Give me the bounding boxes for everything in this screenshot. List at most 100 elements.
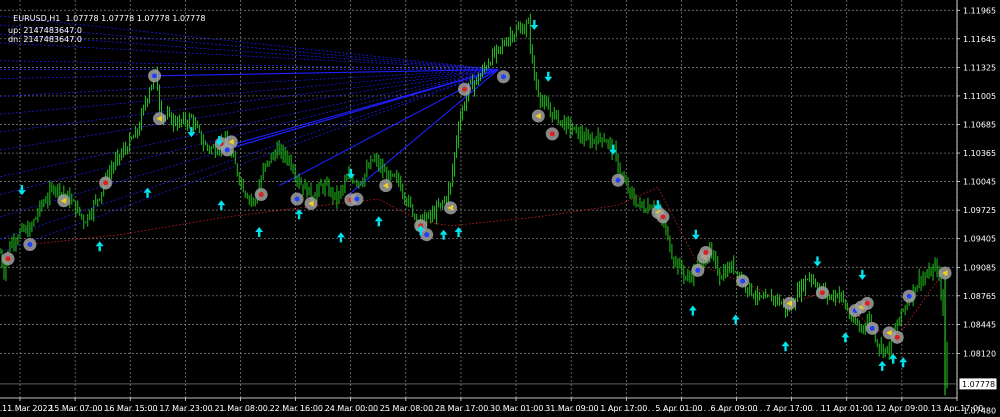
signal-marker [860,296,874,310]
y-tick-label: 1.11325 [963,63,996,72]
x-tick-label: 24 Mar 00:00 [325,404,378,413]
y-tick-label: 1.08445 [963,320,996,329]
marker-core-red [864,300,870,306]
marker-core-blue [152,73,158,79]
marker-core-blue [224,147,230,153]
marker-core-red [549,131,555,137]
marker-core-blue [695,267,701,273]
y-tick-label: 1.10685 [963,120,996,129]
signal-marker [938,266,952,280]
chart-background [0,0,1000,417]
arrow-shaft [547,71,550,77]
signal-marker [783,296,797,310]
marker-core-red [703,250,709,256]
arrow-shaft [377,221,381,227]
signal-marker [290,192,304,206]
y-tick-label: 1.11645 [963,35,996,44]
marker-core-red [103,180,109,186]
signal-marker [57,194,71,208]
marker-core-red [660,214,666,220]
signal-marker [304,196,318,210]
last-price-label: 1.07778 [962,380,995,389]
x-tick-label: 15 Mar 07:00 [49,404,102,413]
signal-marker [691,263,705,277]
x-tick-label: 30 Mar 01:00 [490,404,543,413]
arrow-shaft [457,232,460,238]
y-tick-label: 1.11005 [963,92,996,101]
signal-marker [736,274,750,288]
signal-marker [815,286,829,300]
x-tick-label: 1 Apr 17:00 [600,404,647,413]
arrow-shaft [691,310,695,316]
signal-marker [890,330,904,344]
arrow-shaft [881,365,884,371]
arrow-shaft [349,169,353,175]
marker-core-red [5,256,11,262]
arrow-shaft [20,185,24,191]
indicator-dn-label: dn: 2147483647.0 [8,35,82,44]
marker-core-blue [906,293,912,299]
arrow-shaft [442,234,445,240]
arrow-shaft [419,230,422,236]
x-tick-label: 11 Apr 01:00 [821,404,873,413]
marker-core-red [258,192,264,198]
marker-core-red [819,290,825,296]
y-tick-label: 1.08120 [963,349,996,358]
arrow-shaft [190,127,193,133]
ohlc-values: 1.07778 1.07778 1.07778 1.0777⁠8 [65,14,206,23]
marker-core-red [894,334,900,340]
signal-marker [656,210,670,224]
y-tick-label: 1.09405 [963,235,996,244]
signal-marker [350,192,364,206]
arrow-shaft [611,144,615,150]
x-tick-label: 6 Apr 09:00 [711,404,758,413]
signal-marker [699,246,713,260]
arrow-shaft [257,232,261,238]
y-tick-label: 1.10365 [963,149,996,158]
x-tick-label: 21 Mar 08:00 [214,404,267,413]
symbol-label: EURUSD,H1 [13,14,61,23]
y-tick-label: 1.10045 [963,178,996,187]
x-tick-label: 17 Mar 23:00 [159,404,212,413]
marker-core-blue [424,232,430,238]
signal-marker [224,135,238,149]
x-tick-label: 22 Mar 16:00 [270,404,323,413]
marker-core-blue [27,242,33,248]
arrow-shaft [784,346,787,352]
marker-core-blue [354,196,360,202]
arrow-shaft [220,205,223,211]
marker-core-blue [294,196,300,202]
x-tick-label: 25 Mar 08:00 [380,404,433,413]
x-tick-label: 12 Apr 09:00 [876,404,928,413]
arrow-shaft [816,256,819,262]
x-tick-label: 16 Mar 15:00 [104,404,157,413]
x-tick-label: 31 Mar 09:00 [545,404,598,413]
price-chart[interactable]: 1.11965 1.11645 1.11325 1.11005 1.10685 1.103… [0,0,1000,417]
y-tick-label: 1.09085 [963,263,996,272]
arrow-shaft [694,229,698,235]
signal-marker [23,238,37,252]
signal-marker [254,188,268,202]
x-tick-label: 28 Mar 17:00 [435,404,488,413]
marker-core-blue [869,325,875,331]
arrow-shaft [146,192,149,198]
signal-marker [148,69,162,83]
signal-marker [545,127,559,141]
arrow-shaft [218,135,221,141]
arrow-shaft [533,19,536,25]
signal-marker [99,176,113,190]
signal-marker [153,112,166,126]
signal-marker [496,70,510,84]
arrow-shaft [861,269,864,275]
signal-marker [902,289,916,303]
x-tick-label: 7 Apr 17:00 [766,404,813,413]
arrow-shaft [844,337,847,343]
x-tick-label: 5 Apr 01:00 [655,404,702,413]
chart-canvas[interactable]: 1.11965 1.11645 1.11325 1.11005 1.10685 1.103… [0,0,1000,417]
marker-core-blue [740,278,746,284]
signal-marker [458,82,472,96]
signal-marker [379,179,393,193]
y-tick-label: 1.09725 [963,206,996,215]
marker-core-red [462,86,468,92]
arrow-shaft [734,319,737,325]
